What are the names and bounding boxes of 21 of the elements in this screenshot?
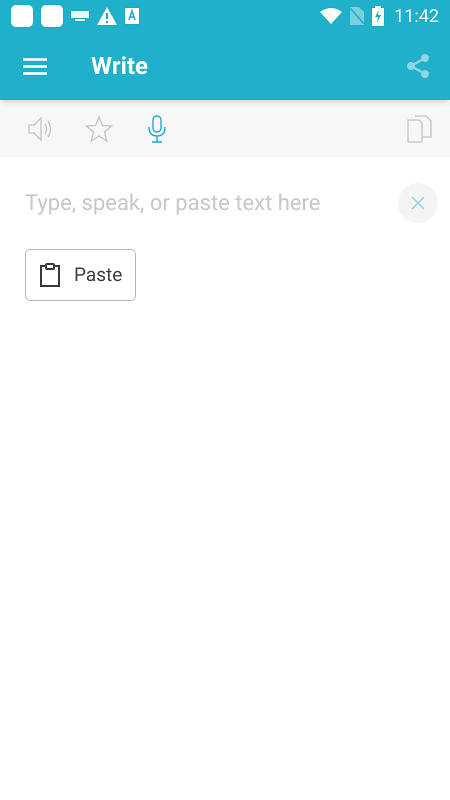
copy-button[interactable] <box>407 114 433 142</box>
no-sim-icon <box>350 7 364 25</box>
clock: 11:42 <box>394 4 439 28</box>
notification-icon <box>41 5 63 27</box>
share-button[interactable] <box>405 53 431 79</box>
screen-title: Write <box>91 51 148 82</box>
close-icon <box>411 196 425 210</box>
clear-button[interactable] <box>398 183 438 223</box>
font-icon <box>125 8 139 24</box>
menu-button[interactable] <box>23 56 47 76</box>
notification-icon <box>11 5 33 27</box>
battery-charging-icon <box>372 6 384 26</box>
menu-icon <box>23 58 47 74</box>
paste-button[interactable]: Paste <box>25 249 136 301</box>
share-icon <box>405 53 431 79</box>
warning-icon <box>97 7 117 25</box>
star-icon <box>85 114 113 142</box>
star-button[interactable] <box>85 114 113 142</box>
clipboard-icon <box>39 263 61 287</box>
wifi-icon <box>320 8 342 24</box>
copy-icon <box>407 114 433 142</box>
